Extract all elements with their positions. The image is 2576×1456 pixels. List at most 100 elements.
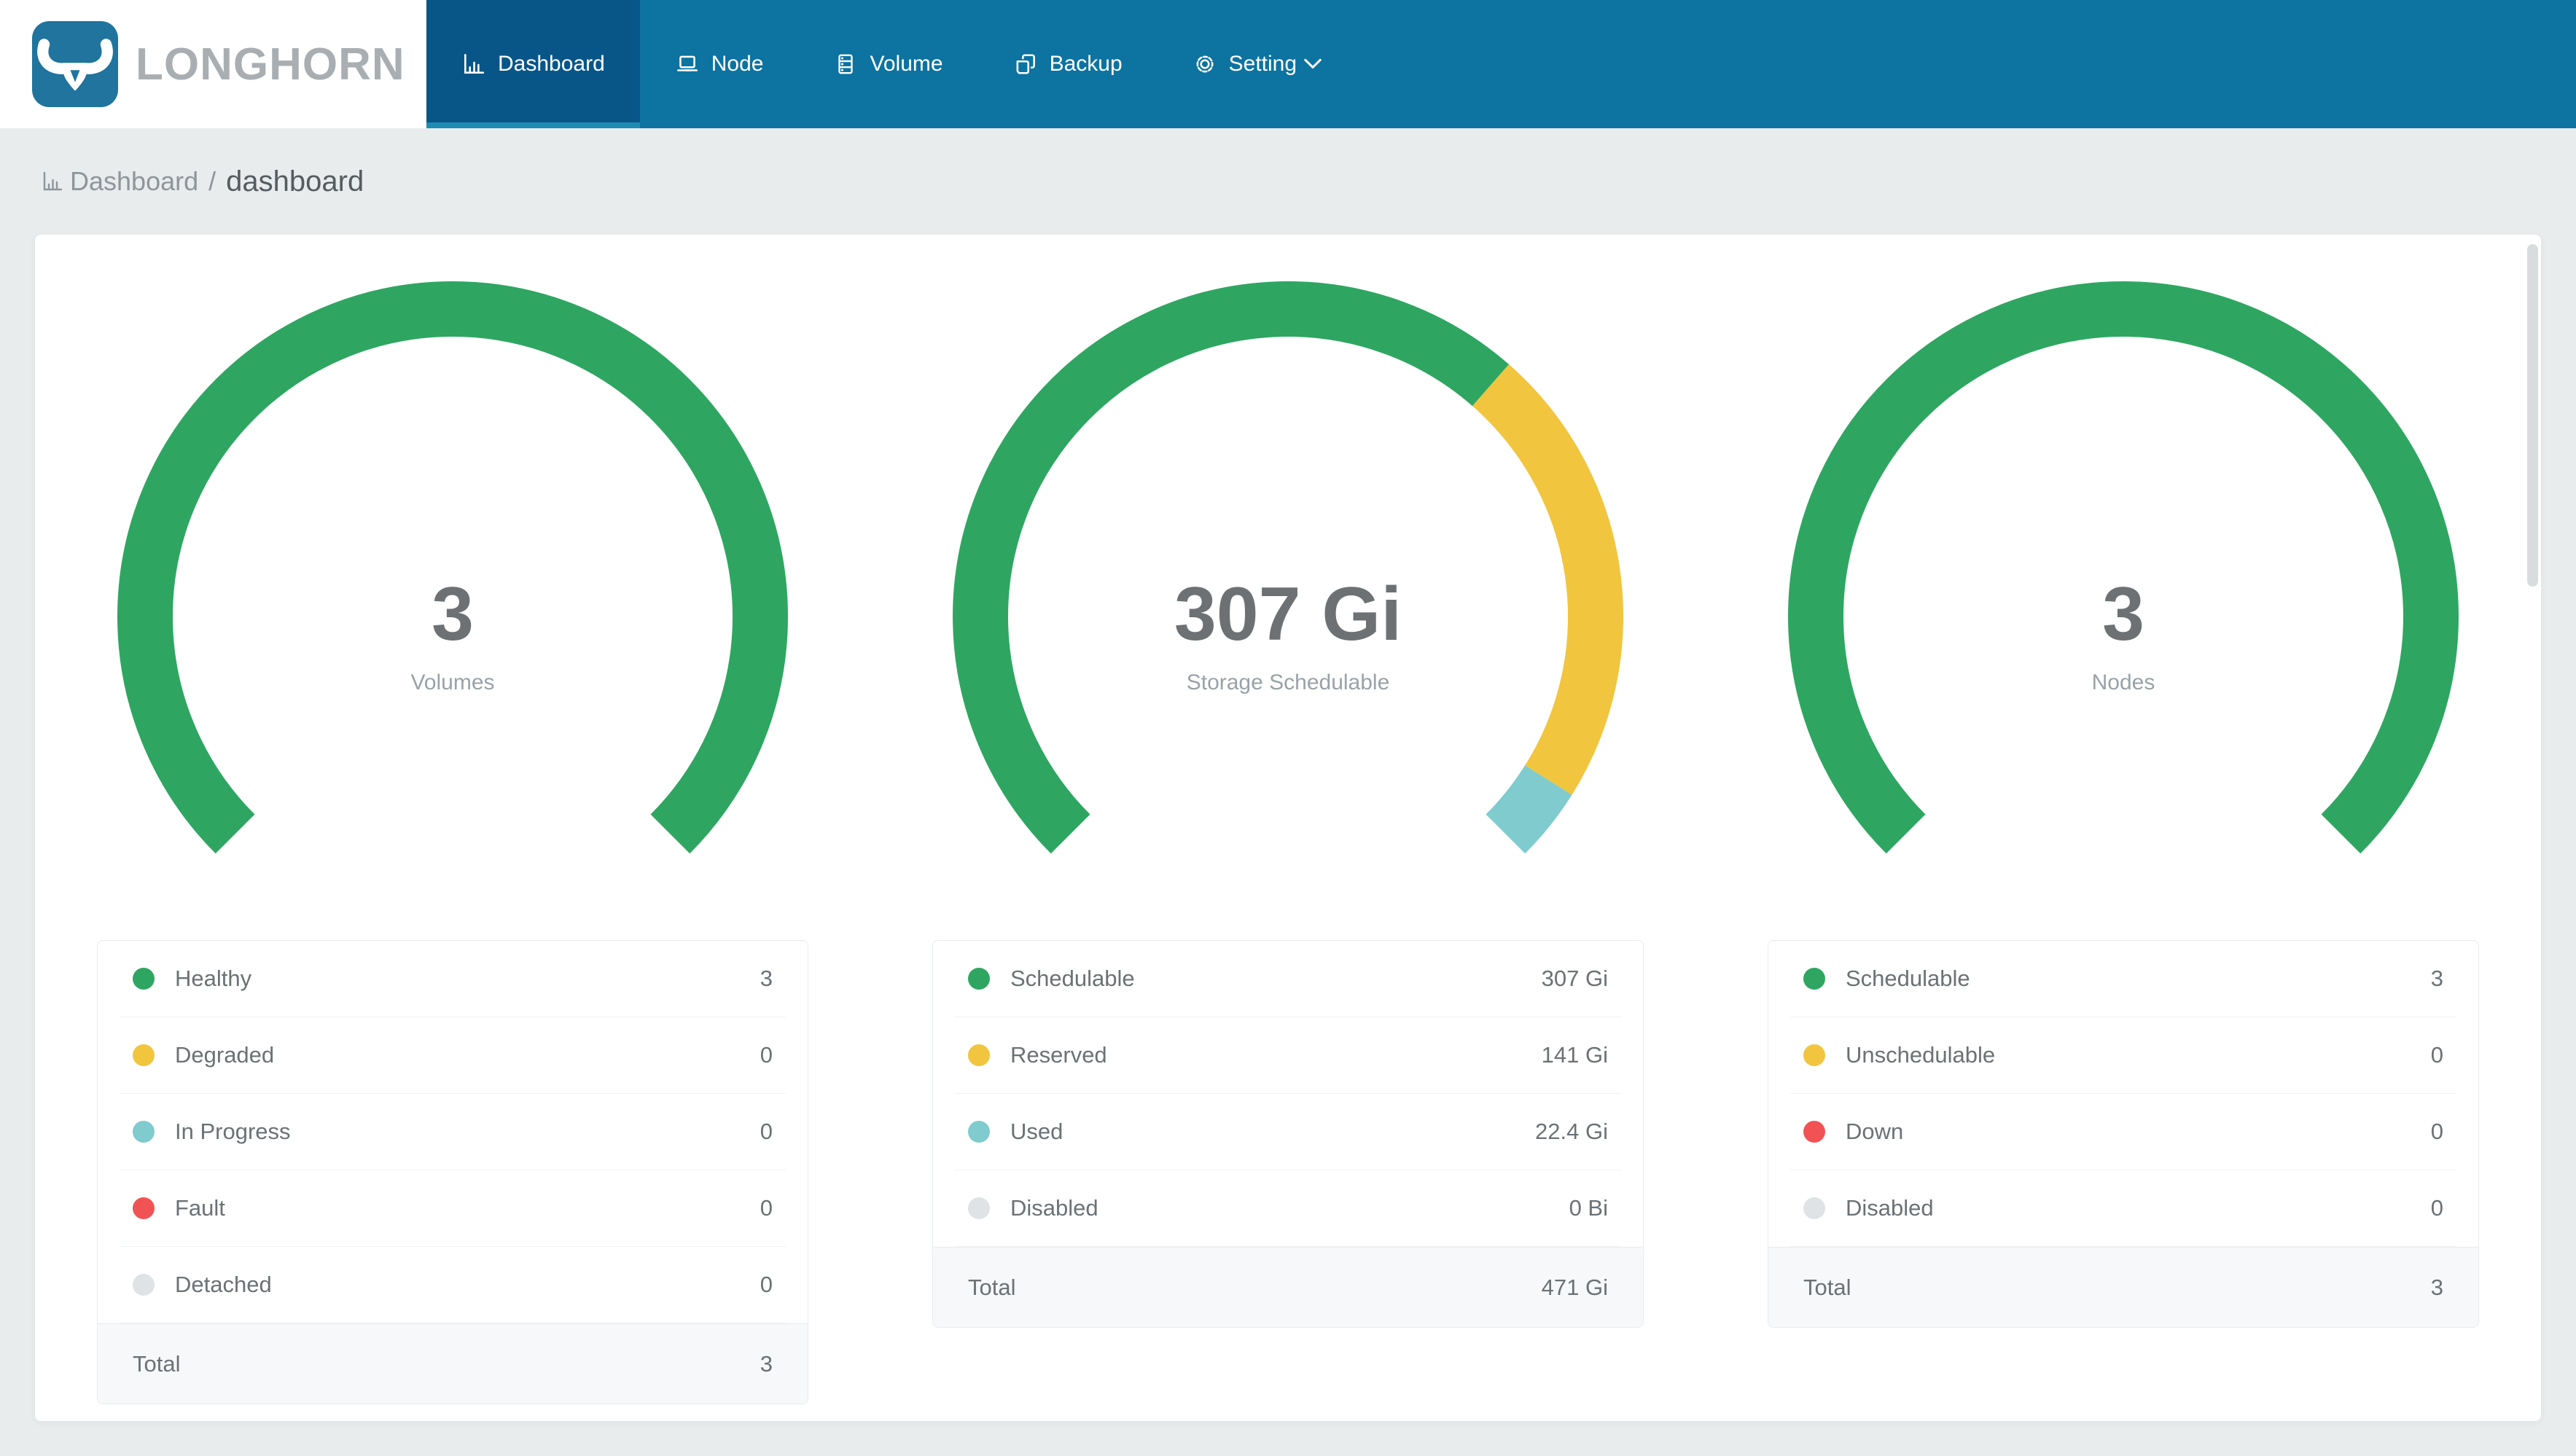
tab-volume[interactable]: Volume bbox=[798, 0, 977, 128]
legend-row-schedulable: Schedulable 3 bbox=[1790, 941, 2456, 1017]
legend-value: 0 bbox=[760, 1272, 773, 1297]
legend-row-schedulable: Schedulable 307 Gi bbox=[955, 941, 1621, 1017]
gauge-column-storage-schedulable: 307 Gi Storage Schedulable Schedulable 307 … bbox=[870, 235, 1706, 1328]
legend-total-row: Total 3 bbox=[98, 1323, 808, 1404]
top-nav-bar: LONGHORN Dashboard Node Volume Backup Settin… bbox=[0, 0, 2576, 128]
legend-table-nodes: Schedulable 3 Unschedulable 0 Down 0 Disabled 0… bbox=[1768, 940, 2479, 1328]
legend-row-disabled: Disabled 0 bbox=[1790, 1170, 2456, 1247]
legend-color-dot bbox=[133, 968, 155, 990]
legend-row-in-progress: In Progress 0 bbox=[120, 1094, 786, 1170]
legend-label: Down bbox=[1846, 1119, 1904, 1144]
legend-value: 0 bbox=[760, 1042, 773, 1068]
total-value: 3 bbox=[760, 1350, 773, 1377]
legend-value: 0 bbox=[2430, 1042, 2443, 1068]
legend-label: In Progress bbox=[175, 1119, 291, 1144]
legend-label: Reserved bbox=[1010, 1042, 1107, 1068]
gauge-center-label: Volumes bbox=[410, 670, 495, 694]
breadcrumb-separator: / bbox=[208, 166, 216, 196]
legend-color-dot bbox=[133, 1121, 155, 1143]
legend-color-dot bbox=[133, 1274, 155, 1296]
gauge-center-value: 3 bbox=[2102, 572, 2144, 657]
logo[interactable]: LONGHORN bbox=[0, 0, 426, 128]
breadcrumb-section[interactable]: Dashboard bbox=[70, 166, 198, 197]
legend-table-storage-schedulable: Schedulable 307 Gi Reserved 141 Gi Used 22.4 … bbox=[932, 940, 1644, 1328]
breadcrumb-current-page: dashboard bbox=[226, 165, 364, 197]
copy-icon bbox=[1013, 52, 1038, 77]
tab-setting[interactable]: Setting bbox=[1158, 0, 1358, 128]
legend-color-dot bbox=[133, 1044, 155, 1066]
legend-value: 141 Gi bbox=[1541, 1042, 1608, 1068]
logo-text: LONGHORN bbox=[136, 39, 405, 90]
tab-label: Volume bbox=[870, 52, 943, 76]
legend-value: 3 bbox=[760, 966, 773, 991]
gauge-chart-storage-schedulable: 307 Gi Storage Schedulable bbox=[953, 281, 1623, 952]
legend-color-dot bbox=[1803, 1197, 1825, 1219]
legend-label: Used bbox=[1010, 1119, 1063, 1144]
scrollbar-thumb[interactable] bbox=[2527, 244, 2538, 587]
legend-row-down: Down 0 bbox=[1790, 1094, 2456, 1170]
gauge-chart-volumes: 3 Volumes bbox=[117, 281, 788, 952]
dashboard-card: 3 Volumes Healthy 3 Degraded 0 In Progress 0 Fau… bbox=[35, 235, 2541, 1421]
legend-value: 0 bbox=[760, 1195, 773, 1221]
legend-label: Schedulable bbox=[1846, 966, 1970, 991]
legend-value: 0 bbox=[2430, 1119, 2443, 1144]
gauge-chart-nodes: 3 Nodes bbox=[1788, 281, 2459, 952]
breadcrumb: Dashboard / dashboard bbox=[0, 128, 2576, 235]
legend-row-detached: Detached 0 bbox=[120, 1247, 786, 1323]
total-label: Total bbox=[133, 1350, 181, 1377]
longhorn-bull-logo-icon bbox=[32, 21, 118, 107]
tab-node[interactable]: Node bbox=[640, 0, 799, 128]
legend-color-dot bbox=[1803, 1121, 1825, 1143]
legend-label: Detached bbox=[175, 1272, 272, 1297]
gauge-column-volumes: 3 Volumes Healthy 3 Degraded 0 In Progress 0 Fau… bbox=[35, 235, 870, 1404]
tab-backup[interactable]: Backup bbox=[978, 0, 1158, 128]
gauge-center-label: Storage Schedulable bbox=[1186, 670, 1390, 694]
total-value: 3 bbox=[2430, 1274, 2443, 1300]
legend-row-used: Used 22.4 Gi bbox=[955, 1094, 1621, 1170]
gauge-center-value: 3 bbox=[432, 572, 474, 657]
tab-label: Setting bbox=[1228, 52, 1297, 76]
gear-icon bbox=[1193, 52, 1217, 77]
legend-total-row: Total 3 bbox=[1768, 1247, 2478, 1327]
legend-row-healthy: Healthy 3 bbox=[120, 941, 786, 1017]
legend-total-row: Total 471 Gi bbox=[933, 1247, 1643, 1327]
legend-label: Schedulable bbox=[1010, 966, 1135, 991]
legend-color-dot bbox=[968, 1121, 990, 1143]
total-value: 471 Gi bbox=[1541, 1274, 1608, 1300]
gauge-column-nodes: 3 Nodes Schedulable 3 Unschedulable 0 Down 0 Dis… bbox=[1706, 235, 2541, 1328]
legend-label: Disabled bbox=[1846, 1195, 1934, 1221]
tab-label: Backup bbox=[1049, 52, 1123, 76]
legend-value: 0 bbox=[2430, 1195, 2443, 1221]
legend-color-dot bbox=[1803, 1044, 1825, 1066]
legend-color-dot bbox=[1803, 968, 1825, 990]
legend-label: Unschedulable bbox=[1846, 1042, 1996, 1068]
legend-row-disabled: Disabled 0 Bi bbox=[955, 1170, 1621, 1247]
total-label: Total bbox=[1803, 1274, 1851, 1300]
legend-table-volumes: Healthy 3 Degraded 0 In Progress 0 Fault 0 Detac… bbox=[97, 940, 808, 1404]
gauge-center-value: 307 Gi bbox=[1174, 572, 1402, 657]
legend-color-dot bbox=[968, 1044, 990, 1066]
legend-row-fault: Fault 0 bbox=[120, 1170, 786, 1247]
legend-color-dot bbox=[968, 968, 990, 990]
legend-color-dot bbox=[133, 1197, 155, 1219]
legend-value: 3 bbox=[2430, 966, 2443, 991]
gauge-segment-used bbox=[1486, 764, 1572, 854]
tab-label: Node bbox=[711, 52, 764, 76]
tab-dashboard[interactable]: Dashboard bbox=[426, 0, 640, 128]
chevron-down-icon bbox=[1303, 55, 1323, 73]
legend-value: 0 Bi bbox=[1569, 1195, 1608, 1221]
legend-label: Healthy bbox=[175, 966, 252, 991]
legend-value: 307 Gi bbox=[1541, 966, 1608, 991]
laptop-icon bbox=[675, 52, 700, 77]
legend-label: Fault bbox=[175, 1195, 225, 1221]
longhorn-app: LONGHORN Dashboard Node Volume Backup Settin… bbox=[0, 0, 2576, 1421]
legend-label: Disabled bbox=[1010, 1195, 1098, 1221]
bar-chart-icon bbox=[461, 52, 486, 77]
bar-chart-icon bbox=[41, 170, 64, 193]
gauge-center-label: Nodes bbox=[2091, 670, 2155, 694]
legend-row-degraded: Degraded 0 bbox=[120, 1017, 786, 1094]
legend-value: 0 bbox=[760, 1119, 773, 1144]
legend-color-dot bbox=[968, 1197, 990, 1219]
legend-row-unschedulable: Unschedulable 0 bbox=[1790, 1017, 2456, 1094]
total-label: Total bbox=[968, 1274, 1016, 1300]
